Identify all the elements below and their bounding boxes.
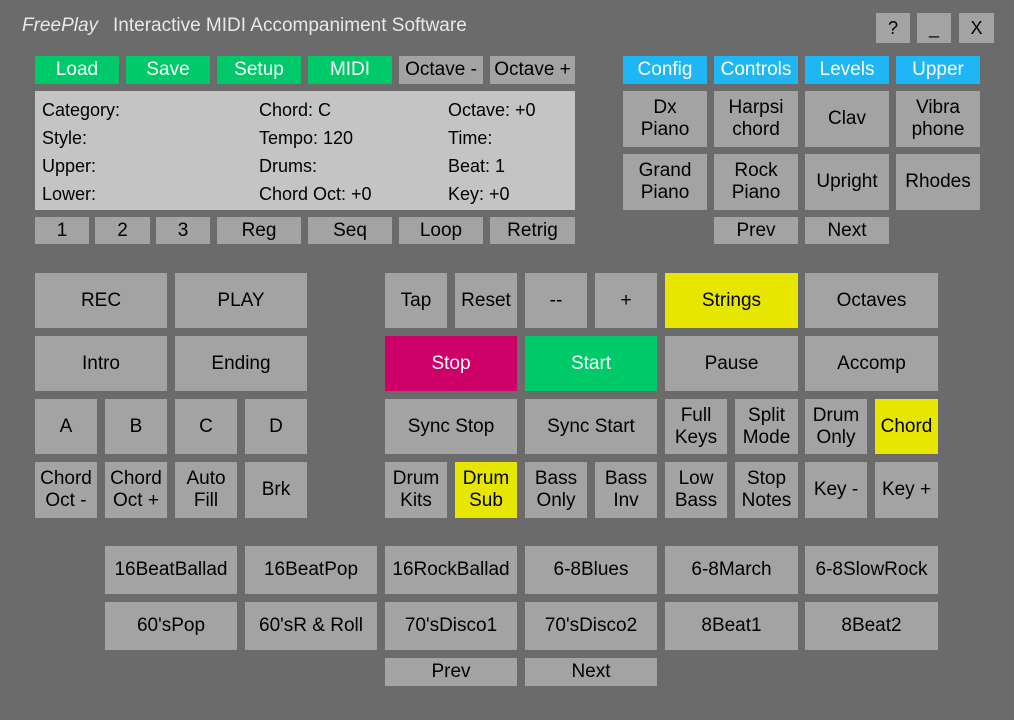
auto-fill-button[interactable]: Auto Fill	[175, 462, 237, 518]
stop-button[interactable]: Stop	[385, 336, 517, 391]
key-plus-button[interactable]: Key +	[875, 462, 938, 518]
info-upper: Upper:	[42, 156, 97, 176]
rec-button[interactable]: REC	[35, 273, 167, 328]
break-button[interactable]: Brk	[245, 462, 307, 518]
info-tempo: Tempo: 120	[259, 128, 354, 148]
instrument-rock-piano[interactable]: Rock Piano	[714, 154, 798, 210]
style-70sdisco2[interactable]: 70'sDisco2	[525, 602, 657, 650]
info-panel: Category: Style: Upper: Lower: Chord: C …	[35, 91, 575, 210]
instrument-vibraphone[interactable]: Vibra phone	[896, 91, 980, 147]
app-subtitle: Interactive MIDI Accompaniment Software	[113, 15, 467, 36]
setup-button[interactable]: Setup	[217, 56, 301, 84]
style-6-8blues[interactable]: 6-8Blues	[525, 546, 657, 594]
instrument-prev-button[interactable]: Prev	[714, 217, 798, 244]
tempo-minus-button[interactable]: --	[525, 273, 587, 328]
ending-button[interactable]: Ending	[175, 336, 307, 391]
help-button[interactable]: ?	[876, 13, 910, 43]
style-prev-button[interactable]: Prev	[385, 658, 517, 686]
style-16beatpop[interactable]: 16BeatPop	[245, 546, 377, 594]
instrument-upright[interactable]: Upright	[805, 154, 889, 210]
info-drums: Drums:	[259, 156, 317, 176]
info-key: Key: +0	[448, 184, 510, 204]
tab-config[interactable]: Config	[623, 56, 707, 84]
intro-button[interactable]: Intro	[35, 336, 167, 391]
style-8beat2[interactable]: 8Beat2	[805, 602, 938, 650]
style-6-8march[interactable]: 6-8March	[665, 546, 798, 594]
variation-d-button[interactable]: D	[245, 399, 307, 454]
chord-button[interactable]: Chord	[875, 399, 938, 454]
octave-minus-button[interactable]: Octave -	[399, 56, 483, 84]
registration-1-button[interactable]: 1	[35, 217, 89, 244]
info-category: Category:	[42, 100, 121, 120]
sync-stop-button[interactable]: Sync Stop	[385, 399, 517, 454]
tab-upper[interactable]: Upper	[896, 56, 980, 84]
minimize-button[interactable]: _	[917, 13, 951, 43]
app-name: FreePlay	[22, 15, 99, 36]
style-16beatballad[interactable]: 16BeatBallad	[105, 546, 237, 594]
info-beat: Beat: 1	[448, 156, 506, 176]
retrig-button[interactable]: Retrig	[490, 217, 575, 244]
strings-button[interactable]: Strings	[665, 273, 798, 328]
instrument-grand-piano[interactable]: Grand Piano	[623, 154, 707, 210]
variation-c-button[interactable]: C	[175, 399, 237, 454]
accomp-button[interactable]: Accomp	[805, 336, 938, 391]
info-chord-oct: Chord Oct: +0	[259, 184, 372, 204]
bass-only-button[interactable]: Bass Only	[525, 462, 587, 518]
style-60spop[interactable]: 60'sPop	[105, 602, 237, 650]
load-button[interactable]: Load	[35, 56, 119, 84]
style-6-8slowrock[interactable]: 6-8SlowRock	[805, 546, 938, 594]
midi-button[interactable]: MIDI	[308, 56, 392, 84]
close-button[interactable]: X	[959, 13, 994, 43]
style-60srock-roll[interactable]: 60'sR & Roll	[245, 602, 377, 650]
save-button[interactable]: Save	[126, 56, 210, 84]
style-70sdisco1[interactable]: 70'sDisco1	[385, 602, 517, 650]
info-time: Time:	[448, 128, 493, 148]
bass-inv-button[interactable]: Bass Inv	[595, 462, 657, 518]
play-button[interactable]: PLAY	[175, 273, 307, 328]
key-minus-button[interactable]: Key -	[805, 462, 867, 518]
variation-a-button[interactable]: A	[35, 399, 97, 454]
drum-sub-button[interactable]: Drum Sub	[455, 462, 517, 518]
stop-notes-button[interactable]: Stop Notes	[735, 462, 798, 518]
split-mode-button[interactable]: Split Mode	[735, 399, 798, 454]
full-keys-button[interactable]: Full Keys	[665, 399, 727, 454]
instrument-dx-piano[interactable]: Dx Piano	[623, 91, 707, 147]
info-chord: Chord: C	[259, 100, 332, 120]
instrument-next-button[interactable]: Next	[805, 217, 889, 244]
registration-2-button[interactable]: 2	[95, 217, 150, 244]
info-style: Style:	[42, 128, 88, 148]
style-16rockballad[interactable]: 16RockBallad	[385, 546, 517, 594]
octaves-button[interactable]: Octaves	[805, 273, 938, 328]
chord-oct-plus-button[interactable]: Chord Oct +	[105, 462, 167, 518]
tab-controls[interactable]: Controls	[714, 56, 798, 84]
registration-3-button[interactable]: 3	[156, 217, 210, 244]
reset-button[interactable]: Reset	[455, 273, 517, 328]
info-lower: Lower:	[42, 184, 97, 204]
pause-button[interactable]: Pause	[665, 336, 798, 391]
instrument-rhodes[interactable]: Rhodes	[896, 154, 980, 210]
info-octave: Octave: +0	[448, 100, 536, 120]
tempo-plus-button[interactable]: +	[595, 273, 657, 328]
style-8beat1[interactable]: 8Beat1	[665, 602, 798, 650]
tap-button[interactable]: Tap	[385, 273, 447, 328]
octave-plus-button[interactable]: Octave +	[490, 56, 575, 84]
start-button[interactable]: Start	[525, 336, 657, 391]
drum-kits-button[interactable]: Drum Kits	[385, 462, 447, 518]
instrument-harpsichord[interactable]: Harpsi chord	[714, 91, 798, 147]
seq-button[interactable]: Seq	[308, 217, 392, 244]
sync-start-button[interactable]: Sync Start	[525, 399, 657, 454]
reg-button[interactable]: Reg	[217, 217, 301, 244]
drum-only-button[interactable]: Drum Only	[805, 399, 867, 454]
instrument-clav[interactable]: Clav	[805, 91, 889, 147]
loop-button[interactable]: Loop	[399, 217, 483, 244]
variation-b-button[interactable]: B	[105, 399, 167, 454]
chord-oct-minus-button[interactable]: Chord Oct -	[35, 462, 97, 518]
low-bass-button[interactable]: Low Bass	[665, 462, 727, 518]
tab-levels[interactable]: Levels	[805, 56, 889, 84]
style-next-button[interactable]: Next	[525, 658, 657, 686]
